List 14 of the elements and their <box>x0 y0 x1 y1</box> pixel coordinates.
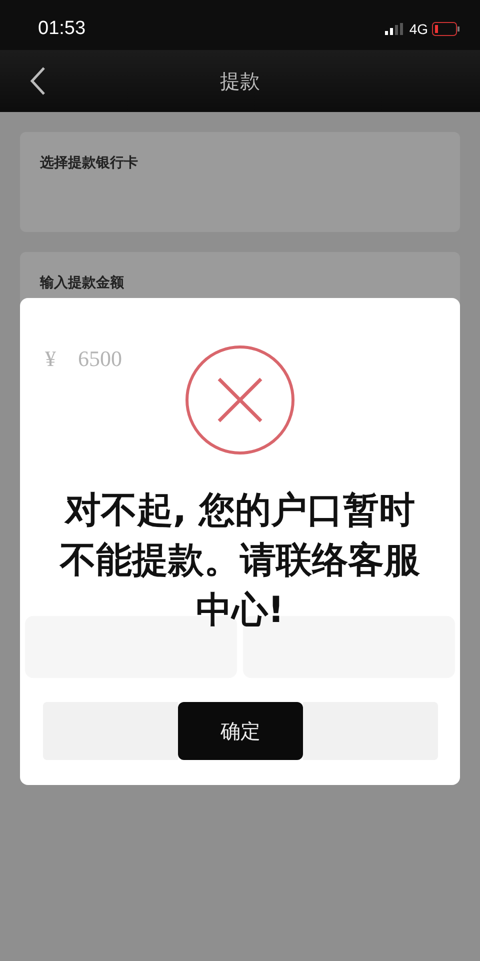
bank-card-panel[interactable]: 选择提款银行卡 <box>20 132 460 232</box>
amount-value: 6500 <box>78 346 122 372</box>
confirm-button[interactable]: 确定 <box>178 702 303 760</box>
signal-icon <box>385 23 406 35</box>
back-icon[interactable] <box>30 66 46 96</box>
section-label: 输入提款金额 <box>40 275 124 291</box>
error-icon <box>184 344 296 456</box>
section-label: 选择提款银行卡 <box>40 155 138 171</box>
error-message: 对不起, 您的户口暂时不能提款。请联络客服中心! <box>58 489 421 633</box>
status-time: 01:53 <box>38 18 86 40</box>
nav-title: 提款 <box>220 68 260 94</box>
currency-symbol: ¥ <box>45 346 56 372</box>
battery-icon <box>432 22 460 36</box>
network-label: 4G <box>409 21 428 37</box>
